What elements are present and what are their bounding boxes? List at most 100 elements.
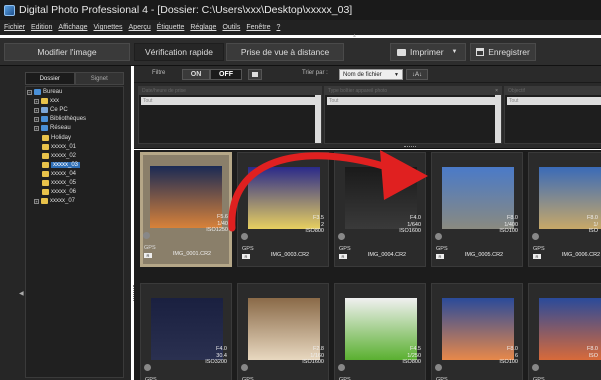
- expand-toggle-icon[interactable]: +: [34, 116, 39, 122]
- chevron-down-icon[interactable]: ▼: [452, 49, 458, 55]
- filter-column-camera[interactable]: Type boîtier appareil photo × Tout: [324, 86, 502, 144]
- sort-select[interactable]: Nom de fichier ▼: [339, 69, 403, 80]
- close-icon[interactable]: ×: [495, 87, 498, 95]
- window-title: Digital Photo Professional 4 - [Dossier:…: [19, 4, 353, 16]
- shooting-info-line: ISO100: [499, 359, 518, 365]
- thumbnail-card[interactable]: F8.06ISO100GPSRIMG_0010.CR2: [431, 283, 523, 380]
- collapse-panel-arrow-icon[interactable]: ◀: [19, 290, 24, 297]
- filter-off-button[interactable]: OFF: [210, 69, 242, 80]
- thumbnail-grid: F5.6 1/40 ISO1250 GPS R IMG_0001.CR2 F3.5 2 ISO8…: [134, 150, 601, 380]
- check-mark-icon[interactable]: [241, 364, 248, 371]
- check-mark-icon[interactable]: [144, 364, 151, 371]
- check-mark-icon[interactable]: [241, 233, 248, 240]
- menu-item-outils[interactable]: Outils: [222, 24, 240, 31]
- tree-item-xxxxx-03[interactable]: xxxxx_03: [42, 161, 81, 169]
- tree-item-label: Bibliothèques: [50, 116, 87, 122]
- menu-item-apercu[interactable]: Aperçu: [129, 24, 151, 31]
- raw-badge: R: [533, 254, 541, 259]
- tree-item-label: Ce PC: [50, 107, 68, 113]
- tree-item-xxxxx-07[interactable]: + xxxxx_07: [34, 197, 75, 205]
- shooting-info-line: ISO: [588, 228, 598, 234]
- edit-image-label: Modifier l'image: [37, 47, 97, 57]
- menu-item-affichage[interactable]: Affichage: [58, 24, 87, 31]
- edit-image-button[interactable]: Modifier l'image: [4, 43, 130, 61]
- check-mark-icon[interactable]: [435, 364, 442, 371]
- tree-item-xxx[interactable]: + xxx: [34, 97, 59, 105]
- tree-item-holiday[interactable]: Holiday: [42, 134, 71, 142]
- tree-item-xxxxx-06[interactable]: xxxxx_06: [42, 188, 76, 196]
- sort-direction-button[interactable]: ↓A↓: [406, 69, 428, 80]
- raw-badge: R: [144, 253, 152, 258]
- menu-item-etiquette[interactable]: Étiquette: [157, 24, 185, 31]
- thumbnail-card[interactable]: F2.81/160ISO1600GPSRIMG_0008.CR2: [237, 283, 329, 380]
- raw-badge: R: [339, 254, 347, 259]
- filter-on-button[interactable]: ON: [182, 69, 210, 80]
- tree-item-xxxxx-04[interactable]: xxxxx_04: [42, 170, 76, 178]
- check-mark-icon[interactable]: [143, 232, 150, 239]
- menu-item-edition[interactable]: Edition: [31, 24, 52, 31]
- expand-toggle-icon[interactable]: +: [34, 98, 39, 104]
- expand-toggle-icon[interactable]: +: [34, 107, 39, 113]
- filter-resize-grip[interactable]: [404, 146, 416, 148]
- tab-dossier[interactable]: Dossier: [25, 72, 75, 85]
- filter-all-item[interactable]: Tout: [327, 97, 499, 105]
- thumbnail-card[interactable]: F8.0ISOGPSRIMG_0011.CR2: [528, 283, 601, 380]
- tab-signet[interactable]: Signet: [74, 72, 124, 85]
- toolbar: Modifier l'image Vérification rapide Pri…: [0, 38, 601, 66]
- thumbnail-card[interactable]: F4.51/250ISO800GPSRIMG_0009.CR2: [334, 283, 426, 380]
- quick-check-button[interactable]: Vérification rapide: [134, 43, 224, 61]
- thumbnail-card[interactable]: F8.0 1/400 ISO100 GPS R IMG_0005.CR2: [431, 152, 523, 267]
- folder-icon: [42, 153, 49, 159]
- thumbnail-card[interactable]: F4.0 1/640 ISO1600 GPS R IMG_0004.CR2: [334, 152, 426, 267]
- check-mark-icon[interactable]: [435, 233, 442, 240]
- tree-item-xxxxx-05[interactable]: xxxxx_05: [42, 179, 76, 187]
- expand-toggle-icon[interactable]: +: [34, 125, 39, 131]
- thumbnail-card[interactable]: F3.5 2 ISO800 GPS R IMG_0003.CR2: [237, 152, 329, 267]
- menu-item-help[interactable]: ?: [276, 24, 280, 31]
- check-mark-icon[interactable]: [338, 364, 345, 371]
- remote-shooting-label: Prise de vue à distance: [240, 47, 330, 57]
- file-name: IMG_0001.CR2: [172, 251, 212, 257]
- filter-column-date[interactable]: Date/heure de prise Tout: [138, 86, 322, 144]
- tree-item-xxxxx-02[interactable]: xxxxx_02: [42, 152, 76, 160]
- check-mark-icon[interactable]: [338, 233, 345, 240]
- tree-item-xxxxx-01[interactable]: xxxxx_01: [42, 143, 76, 151]
- tree-item-label: xxxxx_05: [51, 180, 77, 186]
- print-button[interactable]: Imprimer ▼: [390, 43, 466, 61]
- folder-icon: [42, 180, 49, 186]
- shooting-info-line: F8.0: [586, 346, 598, 352]
- thumbnail-card[interactable]: F4.030.4ISO3200GPSRIMG_0007.CR2: [140, 283, 232, 380]
- filter-all-item[interactable]: Tout: [141, 97, 319, 105]
- title-bar: Digital Photo Professional 4 - [Dossier:…: [0, 0, 601, 20]
- check-mark-icon[interactable]: [532, 233, 539, 240]
- scrollbar[interactable]: [315, 95, 321, 143]
- filter-settings-button[interactable]: [248, 69, 262, 80]
- expand-toggle-icon[interactable]: +: [34, 198, 39, 204]
- remote-shooting-button[interactable]: Prise de vue à distance: [226, 43, 344, 61]
- tree-item-bibliotheques[interactable]: + Bibliothèques: [34, 115, 86, 123]
- thumbnail-card[interactable]: F5.6 1/40 ISO1250 GPS R IMG_0001.CR2: [140, 152, 232, 267]
- collapse-toggle-icon[interactable]: −: [27, 89, 32, 95]
- shooting-info: F8.0 1/400 ISO100: [499, 215, 518, 235]
- tree-item-bureau[interactable]: − Bureau: [27, 88, 62, 96]
- menu-item-fichier[interactable]: Fichier: [4, 24, 25, 31]
- filter-all-item[interactable]: Tout: [507, 97, 601, 105]
- sort-ascending-icon: ↓A↓: [411, 71, 422, 78]
- filter-column-lens[interactable]: Objectif Tout: [504, 86, 601, 144]
- tree-item-ce-pc[interactable]: + Ce PC: [34, 106, 68, 114]
- thumbnail-card[interactable]: F8.0 1/ISO GPS R IMG_0006.CR2: [528, 152, 601, 267]
- folder-icon: [41, 98, 48, 104]
- menu-item-reglage[interactable]: Réglage: [190, 24, 216, 31]
- save-button[interactable]: Enregistrer: [470, 43, 536, 61]
- chevron-down-icon: ▼: [394, 71, 399, 78]
- quick-check-label: Vérification rapide: [144, 47, 214, 57]
- shooting-info: F8.0 1/ISO: [587, 215, 598, 235]
- shooting-info: F2.8 1/160 ISO1600: [302, 346, 324, 366]
- menu-item-fenetre[interactable]: Fenêtre: [246, 24, 270, 31]
- shooting-info: F8.0 ISO: [587, 346, 598, 359]
- folder-icon: [42, 171, 49, 177]
- scrollbar[interactable]: [495, 95, 501, 143]
- check-mark-icon[interactable]: [532, 364, 539, 371]
- tree-item-reseau[interactable]: + Réseau: [34, 124, 71, 132]
- menu-item-vignettes[interactable]: Vignettes: [93, 24, 122, 31]
